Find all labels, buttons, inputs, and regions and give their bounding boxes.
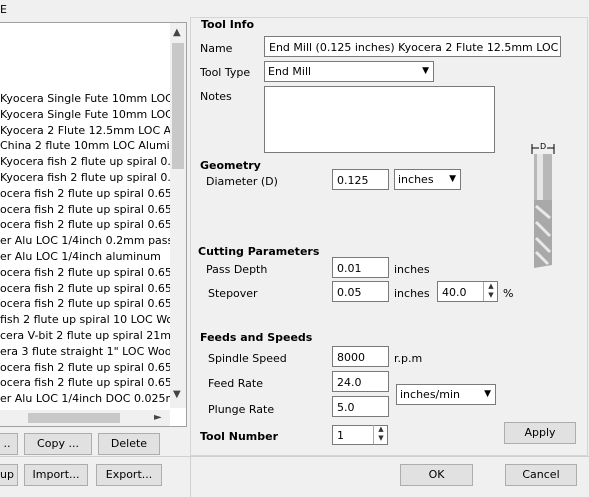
tool-list-item[interactable]: Kyocera fish 2 flute up spiral 0.65 L — [0, 154, 186, 169]
scroll-right-icon[interactable]: ► — [154, 412, 162, 424]
tool-list-item[interactable]: ocera fish 2 flute up spiral 0.65 LOC — [0, 217, 186, 232]
tool-list-item[interactable]: ocera fish 2 flute up spiral 0.65 LOC — [0, 296, 186, 311]
tool-list-item[interactable]: er Alu LOC 1/4inch DOC 0.025mm — [0, 391, 186, 406]
tool-list-item[interactable]: er Alu LOC 1/4inch aluminum — [0, 249, 161, 264]
scroll-down-icon[interactable]: ▼ — [173, 389, 181, 401]
import-button[interactable]: Import... — [24, 464, 88, 486]
name-input[interactable]: End Mill (0.125 inches) Kyocera 2 Flute … — [264, 36, 561, 57]
tool-list-item[interactable]: ocera fish 2 flute up spiral 0.65 LOC — [0, 281, 186, 296]
vertical-scrollbar[interactable]: ▲ ▼ — [170, 23, 186, 408]
vertical-scroll-thumb[interactable] — [172, 43, 184, 169]
tool-list-item[interactable]: era 3 flute straight 1" LOC Wood I — [0, 344, 185, 359]
stepover-input[interactable]: 0.05 — [332, 281, 389, 302]
delete-button[interactable]: Delete — [98, 433, 160, 455]
spin-down-icon[interactable]: ▼ — [374, 434, 388, 443]
tool-list-item[interactable]: ocera fish 2 flute up spiral 0.65 LOC — [0, 202, 186, 217]
stepover-percent-spinner[interactable]: ▲ ▼ — [483, 282, 498, 301]
ok-button[interactable]: OK — [400, 464, 473, 486]
tool-list-item[interactable]: Kyocera Single Fute 10mm LOC Alu — [0, 91, 186, 106]
horizontal-scroll-thumb[interactable] — [28, 413, 120, 423]
stepover-label: Stepover — [208, 287, 258, 300]
spin-up-icon[interactable]: ▲ — [374, 425, 388, 434]
feeds-speeds-header: Feeds and Speeds — [200, 331, 313, 344]
new-button[interactable]: .. — [0, 433, 18, 455]
bottom-divider — [0, 456, 589, 457]
backup-button[interactable]: up — [0, 464, 18, 486]
tool-list-item[interactable]: er Alu LOC 1/4inch 0.2mm pass Pl — [0, 233, 186, 248]
spindle-speed-input[interactable]: 8000 — [332, 346, 389, 367]
geometry-header: Geometry — [200, 159, 261, 172]
tool-list-item[interactable]: ocera fish 2 flute up spiral 0.65 L — [0, 265, 182, 280]
stepover-unit: inches — [394, 287, 430, 300]
tool-list-item[interactable]: Kyocera fish 2 flute up spiral 0.65 L — [0, 170, 186, 185]
pass-depth-label: Pass Depth — [206, 263, 268, 276]
tool-list-item[interactable]: Kyocera Single Fute 10mm LOC Slo — [0, 107, 186, 122]
stepover-percent-value: 40.0 — [442, 286, 467, 299]
tool-list-item[interactable]: fish 2 flute up spiral 10 LOC Wood I — [0, 312, 186, 327]
horizontal-scrollbar[interactable]: ► — [0, 410, 170, 426]
tool-type-select[interactable]: End Mill ▼ — [264, 61, 434, 82]
rate-unit-value: inches/min — [400, 388, 460, 401]
diameter-input[interactable]: 0.125 — [332, 169, 389, 190]
diameter-diagram-label: D — [539, 142, 548, 151]
tool-list-item[interactable]: cera V-bit 2 flute up spiral 21mm L — [0, 328, 186, 343]
copy-button[interactable]: Copy ... — [24, 433, 92, 455]
export-button[interactable]: Export... — [96, 464, 162, 486]
end-mill-diagram-icon — [531, 144, 555, 268]
chevron-down-icon: ▼ — [484, 389, 491, 399]
spindle-speed-unit: r.p.m — [394, 352, 423, 365]
diameter-label: Diameter (D) — [206, 175, 278, 188]
vertical-divider — [190, 456, 191, 497]
spin-down-icon[interactable]: ▼ — [484, 291, 498, 300]
tool-type-label: Tool Type — [200, 66, 251, 79]
cutting-parameters-header: Cutting Parameters — [198, 245, 320, 258]
percent-sign: % — [503, 287, 514, 300]
plunge-rate-label: Plunge Rate — [208, 403, 275, 416]
tool-tree[interactable]: Kyocera Single Fute 10mm LOC Alu Kyocera … — [0, 22, 187, 427]
tool-list-item[interactable]: ocera fish 2 flute up spiral 0.65 LOC — [0, 375, 186, 390]
tool-info-header: Tool Info — [201, 18, 255, 31]
rate-unit-select[interactable]: inches/min ▼ — [396, 384, 496, 405]
tool-number-spinner[interactable]: ▲ ▼ — [373, 425, 388, 444]
spin-up-icon[interactable]: ▲ — [484, 282, 498, 291]
plunge-rate-input[interactable]: 5.0 — [332, 396, 389, 417]
pass-depth-unit: inches — [394, 263, 430, 276]
notes-textarea[interactable] — [264, 86, 495, 153]
tool-number-value: 1 — [337, 429, 344, 442]
feed-rate-input[interactable]: 24.0 — [332, 371, 389, 392]
feed-rate-label: Feed Rate — [208, 377, 263, 390]
scroll-up-icon[interactable]: ▲ — [173, 27, 181, 39]
name-label: Name — [200, 42, 233, 55]
tool-list-item[interactable]: ocera fish 2 flute up spiral 0.65 LOC — [0, 360, 186, 375]
tool-number-label: Tool Number — [200, 430, 279, 443]
chevron-down-icon: ▼ — [422, 66, 429, 76]
tool-list-item[interactable]: Kyocera 2 Flute 12.5mm LOC Alu — [0, 123, 181, 138]
notes-label: Notes — [200, 90, 232, 103]
diameter-unit-value: inches — [398, 173, 434, 186]
chevron-down-icon: ▼ — [449, 174, 456, 184]
tool-type-value: End Mill — [268, 65, 312, 78]
pass-depth-input[interactable]: 0.01 — [332, 257, 389, 278]
cancel-button[interactable]: Cancel — [505, 464, 577, 486]
spindle-speed-label: Spindle Speed — [208, 352, 287, 365]
tool-list-item[interactable]: ocera fish 2 flute up spiral 0.65 LOC — [0, 186, 186, 201]
tool-list-item[interactable]: China 2 flute 10mm LOC Aluminum — [0, 138, 186, 153]
apply-button[interactable]: Apply — [504, 422, 576, 444]
list-title: E — [0, 3, 7, 16]
diameter-unit-select[interactable]: inches ▼ — [394, 169, 461, 190]
